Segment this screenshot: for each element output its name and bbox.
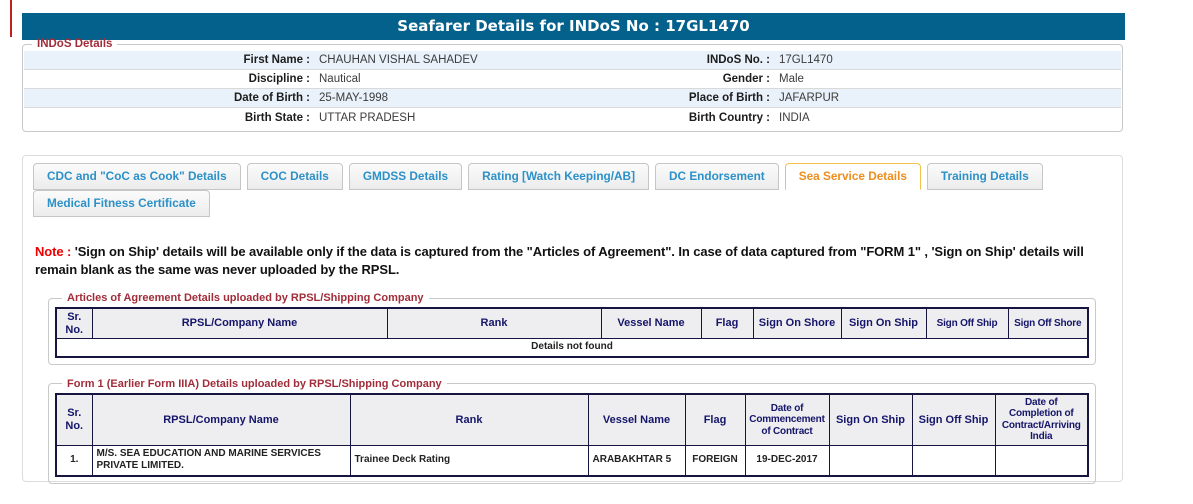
column-header-vessel-name: Vessel Name	[587, 393, 686, 446]
birth-country-label: Birth Country :	[688, 111, 770, 124]
cell-rank: Trainee Deck Rating	[349, 444, 589, 477]
cell-rpsl-company-name: M/S. SEA EDUCATION AND MARINE SERVICES P…	[91, 444, 351, 477]
column-header-rpsl-company-name: RPSL/Company Name	[91, 307, 388, 340]
info-row-date-of-birth: Date of Birth : 25-MAY-1998 Place of Bir…	[24, 89, 1121, 108]
cell-date-of-completion	[994, 444, 1089, 477]
cell-vessel-name: ARABAKHTAR 5	[587, 444, 686, 477]
gender-value: Male	[779, 73, 804, 85]
tab-training-details[interactable]: Training Details	[926, 163, 1043, 190]
column-header-sr-no: Sr. No.	[55, 307, 93, 340]
cell-flag: FOREIGN	[684, 444, 746, 477]
date-of-birth-value: 25-MAY-1998	[319, 92, 389, 104]
form1-table: Sr. No. RPSL/Company Name Rank Vessel Na…	[55, 392, 1089, 477]
tab-rating-watch-keeping-ab[interactable]: Rating [Watch Keeping/AB]	[468, 163, 649, 190]
column-header-rpsl-company-name: RPSL/Company Name	[91, 393, 351, 446]
birth-state-value: UTTAR PRADESH	[319, 111, 416, 124]
tab-strip-row-2: Medical Fitness Certificate	[33, 190, 1112, 217]
articles-of-agreement-legend: Articles of Agreement Details uploaded b…	[67, 292, 424, 305]
date-of-birth-label: Date of Birth :	[233, 92, 310, 104]
tab-coc-details[interactable]: COC Details	[246, 163, 343, 190]
column-header-vessel-name: Vessel Name	[600, 307, 702, 340]
first-name-value: CHAUHAN VISHAL SAHADEV	[319, 54, 478, 66]
form1-section: Form 1 (Earlier Form IIIA) Details uploa…	[48, 377, 1096, 484]
cell-sign-on-ship	[828, 444, 913, 477]
column-header-date-of-commencement: Date of Commencement of Contract	[744, 393, 830, 446]
page-title-text: Seafarer Details for INDoS No : 17GL1470	[397, 17, 750, 35]
column-header-sign-off-shore: Sign Off Shore	[1007, 307, 1089, 340]
tab-strip-row-1: CDC and "CoC as Cook" Details COC Detail…	[33, 163, 1112, 190]
info-row-first-name: First Name : CHAUHAN VISHAL SAHADEV INDo…	[24, 51, 1121, 70]
articles-of-agreement-table: Sr. No. RPSL/Company Name Rank Vessel Na…	[55, 307, 1089, 358]
page-title: Seafarer Details for INDoS No : 17GL1470	[22, 13, 1125, 40]
gender-label: Gender :	[722, 73, 770, 85]
discipline-label: Discipline :	[248, 73, 310, 85]
column-header-rank: Rank	[386, 307, 602, 340]
place-of-birth-value: JAFARPUR	[779, 92, 840, 104]
column-header-rank: Rank	[349, 393, 589, 446]
birth-country-value: INDIA	[779, 111, 810, 124]
column-header-sr-no: Sr. No.	[55, 393, 93, 446]
info-row-discipline: Discipline : Nautical Gender : Male	[24, 70, 1121, 89]
column-header-flag: Flag	[700, 307, 754, 340]
left-edge-mark	[10, 0, 12, 37]
form1-data-row: 1. M/S. SEA EDUCATION AND MARINE SERVICE…	[55, 444, 1089, 477]
aoa-header-row: Sr. No. RPSL/Company Name Rank Vessel Na…	[55, 307, 1089, 340]
cell-sign-off-ship	[911, 444, 996, 477]
discipline-value: Nautical	[319, 73, 361, 85]
indos-details-legend: INDoS Details	[37, 38, 113, 50]
cell-sr-no: 1.	[55, 444, 93, 477]
column-header-sign-on-shore: Sign On Shore	[752, 307, 842, 340]
tab-cdc-and-coc-as-cook-details[interactable]: CDC and "CoC as Cook" Details	[33, 163, 241, 190]
column-header-sign-off-ship: Sign Off Ship	[911, 393, 996, 446]
first-name-label: First Name :	[243, 54, 310, 66]
info-row-birth-state: Birth State : UTTAR PRADESH Birth Countr…	[24, 108, 1121, 127]
birth-state-label: Birth State :	[244, 111, 310, 124]
column-header-date-of-completion: Date of Completion of Contract/Arriving …	[994, 393, 1089, 446]
seafarer-details-page: Seafarer Details for INDoS No : 17GL1470…	[0, 0, 1193, 504]
indos-no-value: 17GL1470	[779, 54, 833, 66]
tab-sea-service-details[interactable]: Sea Service Details	[784, 163, 921, 190]
tab-gmdss-details[interactable]: GMDSS Details	[348, 163, 463, 190]
tab-dc-endorsement[interactable]: DC Endorsement	[655, 163, 779, 190]
form1-legend: Form 1 (Earlier Form IIIA) Details uploa…	[67, 377, 442, 390]
note-body: 'Sign on Ship' details will be available…	[35, 244, 1084, 277]
aoa-empty-row: Details not found	[55, 338, 1089, 358]
indos-details-section: INDoS Details First Name : CHAUHAN VISHA…	[22, 38, 1123, 132]
details-not-found-message: Details not found	[55, 338, 1089, 358]
form1-header-row: Sr. No. RPSL/Company Name Rank Vessel Na…	[55, 393, 1089, 446]
note-text: Note : 'Sign on Ship' details will be av…	[35, 243, 1110, 278]
note-label: Note :	[35, 244, 72, 259]
cell-date-of-commencement: 19-DEC-2017	[744, 444, 830, 477]
tab-content-panel: CDC and "CoC as Cook" Details COC Detail…	[22, 155, 1123, 484]
column-header-flag: Flag	[684, 393, 746, 446]
articles-of-agreement-section: Articles of Agreement Details uploaded b…	[48, 292, 1096, 365]
tab-medical-fitness-certificate[interactable]: Medical Fitness Certificate	[33, 190, 210, 217]
place-of-birth-label: Place of Birth :	[688, 92, 770, 104]
column-header-sign-on-ship: Sign On Ship	[840, 307, 927, 340]
column-header-sign-off-ship: Sign Off Ship	[925, 307, 1009, 340]
indos-no-label: INDoS No. :	[706, 54, 770, 66]
column-header-sign-on-ship: Sign On Ship	[828, 393, 913, 446]
